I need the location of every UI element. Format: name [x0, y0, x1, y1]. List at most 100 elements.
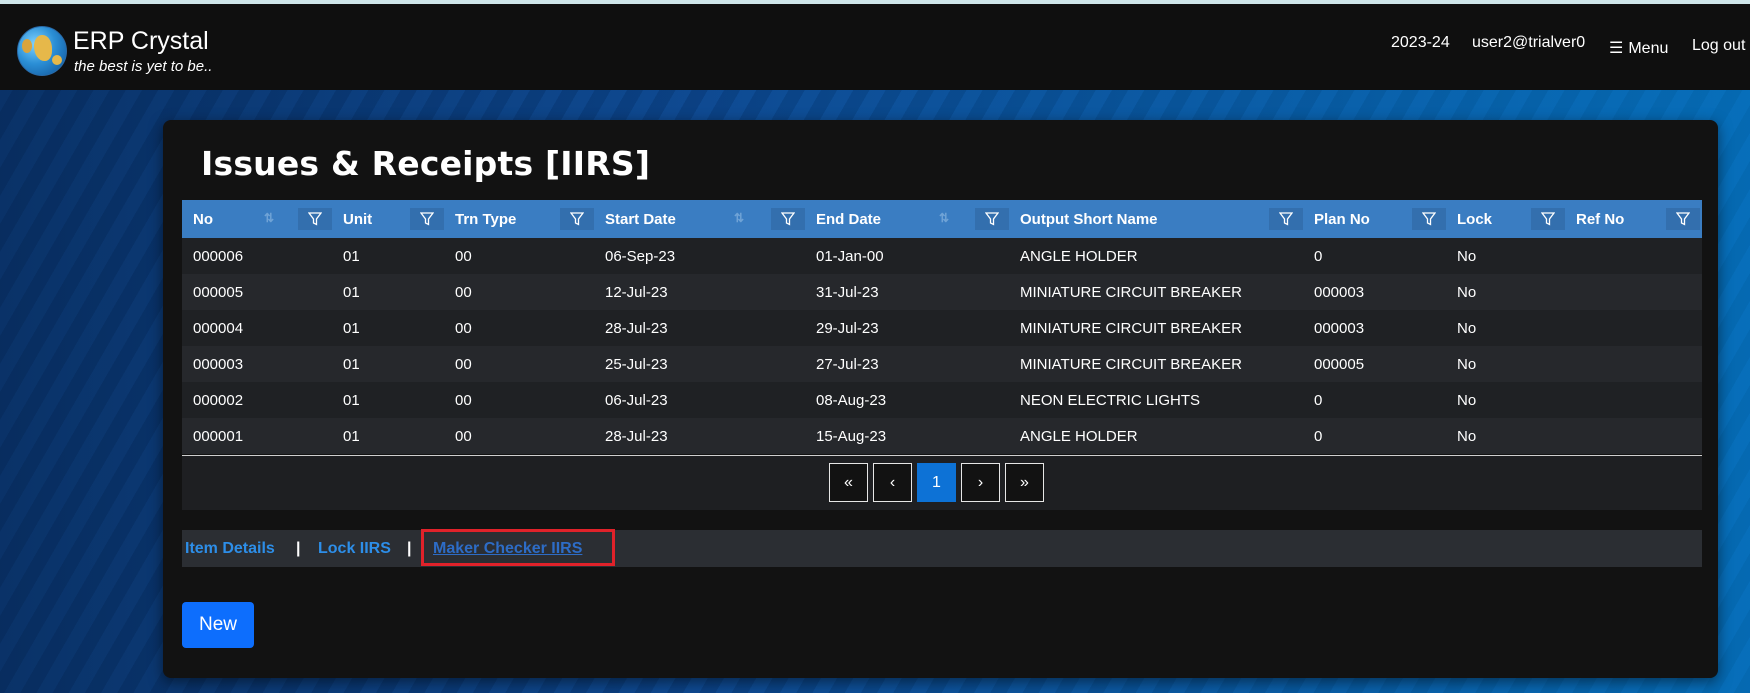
cell-end-date: 31-Jul-23: [816, 283, 879, 301]
lock-iirs-link[interactable]: Lock IIRS: [318, 540, 391, 558]
cell-no: 000001: [193, 427, 244, 445]
filter-icon[interactable]: [1531, 208, 1565, 230]
column-label: Start Date: [605, 210, 676, 228]
cell-end-date: 27-Jul-23: [816, 355, 879, 373]
table-row[interactable]: 000006 01 00 06-Sep-23 01-Jan-00 ANGLE H…: [182, 238, 1702, 274]
filter-icon[interactable]: [1412, 208, 1446, 230]
new-button[interactable]: New: [182, 602, 254, 648]
fiscal-year[interactable]: 2023-24: [1391, 34, 1450, 52]
cell-output-short-name: ANGLE HOLDER: [1020, 247, 1138, 265]
column-label: Trn Type: [455, 210, 517, 228]
user-name[interactable]: user2@trialver0: [1472, 34, 1585, 52]
column-header-ref-no[interactable]: Ref No: [1565, 200, 1702, 238]
column-label: Output Short Name: [1020, 210, 1158, 228]
hamburger-icon: ☰: [1609, 40, 1624, 57]
data-grid: No ⇅ Unit Trn Type Start Date ⇅ End Date…: [182, 200, 1702, 454]
app-title[interactable]: ERP Crystal: [73, 27, 209, 56]
cell-start-date: 28-Jul-23: [605, 319, 668, 337]
cell-plan-no: 000003: [1314, 319, 1365, 337]
column-header-start-date[interactable]: Start Date ⇅: [594, 200, 805, 238]
cell-end-date: 01-Jan-00: [816, 247, 884, 265]
prev-page-button[interactable]: ‹: [873, 463, 912, 502]
table-row[interactable]: 000001 01 00 28-Jul-23 15-Aug-23 ANGLE H…: [182, 418, 1702, 454]
cell-start-date: 06-Jul-23: [605, 391, 668, 409]
cell-lock: No: [1457, 319, 1477, 337]
cell-end-date: 08-Aug-23: [816, 391, 887, 409]
cell-lock: No: [1457, 355, 1477, 373]
cell-trn-type: 00: [455, 247, 472, 265]
cell-output-short-name: MINIATURE CIRCUIT BREAKER: [1020, 319, 1242, 337]
cell-unit: 01: [343, 355, 360, 373]
table-row[interactable]: 000004 01 00 28-Jul-23 29-Jul-23 MINIATU…: [182, 310, 1702, 346]
app-tagline: the best is yet to be..: [74, 58, 213, 75]
column-label: End Date: [816, 210, 882, 228]
pagination: « ‹ 1 › »: [182, 455, 1702, 510]
sort-icon[interactable]: ⇅: [734, 211, 744, 225]
cell-lock: No: [1457, 247, 1477, 265]
table-row[interactable]: 000002 01 00 06-Jul-23 08-Aug-23 NEON EL…: [182, 382, 1702, 418]
cell-plan-no: 000003: [1314, 283, 1365, 301]
sort-icon[interactable]: ⇅: [939, 211, 949, 225]
column-header-end-date[interactable]: End Date ⇅: [805, 200, 1009, 238]
cell-unit: 01: [343, 319, 360, 337]
cell-unit: 01: [343, 391, 360, 409]
column-label: Lock: [1457, 210, 1493, 228]
column-label: Unit: [343, 210, 373, 228]
globe-logo-icon[interactable]: [17, 26, 67, 76]
action-links-bar: Item Details | Lock IIRS | Maker Checker…: [182, 529, 1702, 567]
cell-no: 000002: [193, 391, 244, 409]
cell-output-short-name: MINIATURE CIRCUIT BREAKER: [1020, 283, 1242, 301]
logout-link[interactable]: Log out: [1692, 37, 1745, 55]
column-header-unit[interactable]: Unit: [332, 200, 444, 238]
column-label: Plan No: [1314, 210, 1370, 228]
grid-body: 000006 01 00 06-Sep-23 01-Jan-00 ANGLE H…: [182, 238, 1702, 454]
menu-button[interactable]: ☰ Menu: [1609, 38, 1668, 58]
highlight-box: [421, 529, 615, 566]
cell-unit: 01: [343, 247, 360, 265]
last-page-button[interactable]: »: [1005, 463, 1044, 502]
cell-no: 000003: [193, 355, 244, 373]
filter-icon[interactable]: [771, 208, 805, 230]
cell-output-short-name: NEON ELECTRIC LIGHTS: [1020, 391, 1201, 409]
cell-plan-no: 0: [1314, 247, 1323, 265]
cell-plan-no: 0: [1314, 391, 1323, 409]
column-header-output-short-name[interactable]: Output Short Name: [1009, 200, 1303, 238]
cell-no: 000005: [193, 283, 244, 301]
cell-trn-type: 00: [455, 427, 472, 445]
filter-icon[interactable]: [975, 208, 1009, 230]
cell-output-short-name: ANGLE HOLDER: [1020, 427, 1138, 445]
item-details-link[interactable]: Item Details: [185, 540, 275, 558]
filter-icon[interactable]: [560, 208, 594, 230]
cell-no: 000004: [193, 319, 244, 337]
cell-start-date: 25-Jul-23: [605, 355, 668, 373]
cell-start-date: 28-Jul-23: [605, 427, 668, 445]
filter-icon[interactable]: [410, 208, 444, 230]
cell-trn-type: 00: [455, 355, 472, 373]
table-row[interactable]: 000005 01 00 12-Jul-23 31-Jul-23 MINIATU…: [182, 274, 1702, 310]
cell-plan-no: 000005: [1314, 355, 1365, 373]
filter-icon[interactable]: [1666, 208, 1700, 230]
table-row[interactable]: 000003 01 00 25-Jul-23 27-Jul-23 MINIATU…: [182, 346, 1702, 382]
menu-label: Menu: [1628, 40, 1669, 57]
page-1-button[interactable]: 1: [917, 463, 956, 502]
cell-trn-type: 00: [455, 283, 472, 301]
cell-trn-type: 00: [455, 391, 472, 409]
cell-unit: 01: [343, 427, 360, 445]
cell-unit: 01: [343, 283, 360, 301]
page-title: Issues & Receipts [IIRS]: [201, 144, 651, 183]
cell-end-date: 15-Aug-23: [816, 427, 887, 445]
column-header-no[interactable]: No ⇅: [182, 200, 332, 238]
cell-start-date: 06-Sep-23: [605, 247, 676, 265]
cell-lock: No: [1457, 391, 1477, 409]
first-page-button[interactable]: «: [829, 463, 868, 502]
filter-icon[interactable]: [298, 208, 332, 230]
content-card: Issues & Receipts [IIRS] No ⇅ Unit Trn T…: [163, 120, 1718, 678]
next-page-button[interactable]: ›: [961, 463, 1000, 502]
cell-lock: No: [1457, 283, 1477, 301]
column-label: Ref No: [1576, 210, 1625, 228]
column-header-lock[interactable]: Lock: [1446, 200, 1565, 238]
column-header-plan-no[interactable]: Plan No: [1303, 200, 1446, 238]
filter-icon[interactable]: [1269, 208, 1303, 230]
sort-icon[interactable]: ⇅: [264, 211, 274, 225]
column-header-trn-type[interactable]: Trn Type: [444, 200, 594, 238]
